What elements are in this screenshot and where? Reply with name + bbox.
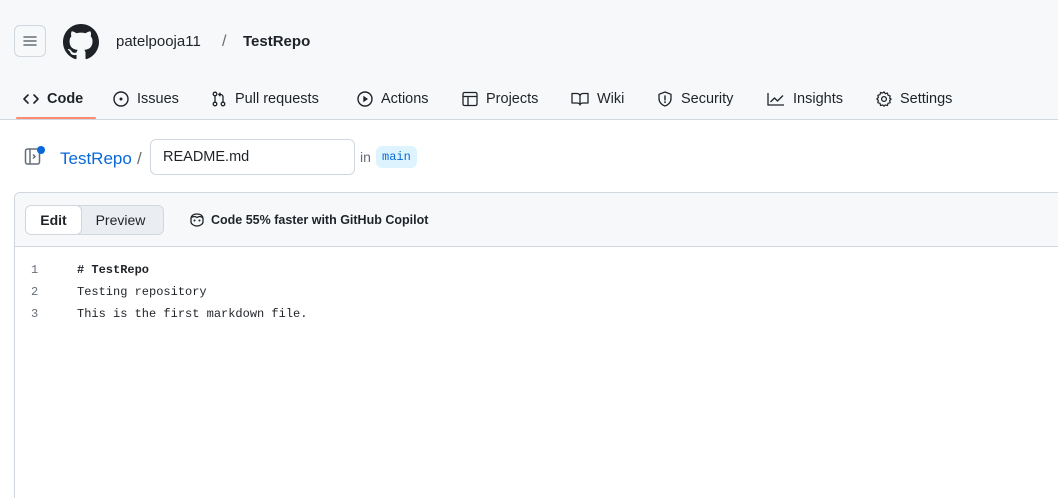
tab-code[interactable]: Code (22, 78, 83, 120)
tab-label: Projects (486, 91, 539, 107)
code-area[interactable]: 1 # TestRepo 2 Testing repository 3 This… (15, 259, 1058, 325)
tab-pull-requests[interactable]: Pull requests (210, 78, 319, 120)
code-line: 3 This is the first markdown file. (15, 303, 1058, 325)
line-number: 3 (31, 307, 39, 321)
file-editor: Edit Preview Code 55% faster with GitHub… (14, 192, 1058, 498)
code-icon (23, 94, 39, 104)
tab-issues[interactable]: Issues (112, 78, 179, 120)
edit-preview-toggle: Edit Preview (25, 205, 164, 235)
path-separator: / (137, 149, 142, 168)
code-line: 2 Testing repository (15, 281, 1058, 303)
repo-name-link[interactable]: TestRepo (243, 32, 310, 52)
file-tree-toggle-icon[interactable] (24, 145, 46, 167)
tab-label: Wiki (597, 91, 625, 107)
copilot-text: Code 55% faster with GitHub Copilot (211, 213, 429, 227)
copilot-promo-link[interactable]: Code 55% faster with GitHub Copilot (188, 212, 428, 228)
selected-tab-indicator (16, 117, 96, 119)
repo-header: patelpooja11 / TestRepo Code Issues Pull… (0, 0, 1058, 120)
hamburger-icon (23, 36, 37, 46)
breadcrumb-separator: / (222, 33, 227, 50)
line-number: 2 (31, 285, 39, 299)
play-icon (357, 91, 373, 107)
pull-request-icon (212, 91, 226, 107)
issue-icon (113, 91, 129, 107)
tab-wiki[interactable]: Wiki (570, 78, 624, 120)
line-number: 1 (31, 263, 39, 277)
graph-icon (767, 93, 784, 106)
tab-security[interactable]: Security (656, 78, 733, 120)
tab-actions[interactable]: Actions (356, 78, 429, 120)
tab-label: Settings (900, 91, 953, 107)
owner-link[interactable]: patelpooja11 (116, 32, 201, 52)
github-logo-icon[interactable] (63, 24, 99, 60)
preview-tab-button[interactable]: Preview (78, 205, 164, 235)
gear-icon (876, 91, 892, 107)
book-icon (571, 92, 589, 106)
repo-breadcrumb-link[interactable]: TestRepo (60, 148, 132, 170)
tab-insights[interactable]: Insights (766, 78, 843, 120)
line-content[interactable]: This is the first markdown file. (77, 307, 307, 321)
editor-toolbar: Edit Preview Code 55% faster with GitHub… (15, 193, 1058, 247)
tab-label: Security (681, 91, 734, 107)
shield-icon (658, 91, 672, 107)
tab-label: Insights (793, 91, 843, 107)
tab-settings[interactable]: Settings (875, 78, 952, 120)
filename-input[interactable] (150, 139, 355, 175)
copilot-icon (190, 213, 204, 227)
menu-button[interactable] (14, 25, 46, 57)
tab-projects[interactable]: Projects (461, 78, 538, 120)
tab-label: Issues (137, 91, 179, 107)
branch-badge[interactable]: main (376, 146, 417, 168)
table-icon (462, 91, 478, 107)
code-line: 1 # TestRepo (15, 259, 1058, 281)
tab-label: Actions (381, 91, 429, 107)
tab-label: Code (47, 91, 84, 107)
line-content[interactable]: # TestRepo (77, 263, 149, 277)
repo-nav-tabs: Code Issues Pull requests Actions Projec… (0, 78, 1058, 120)
edit-tab-button[interactable]: Edit (25, 205, 82, 235)
in-label: in (360, 149, 371, 165)
line-content[interactable]: Testing repository (77, 285, 207, 299)
tab-label: Pull requests (235, 91, 319, 107)
